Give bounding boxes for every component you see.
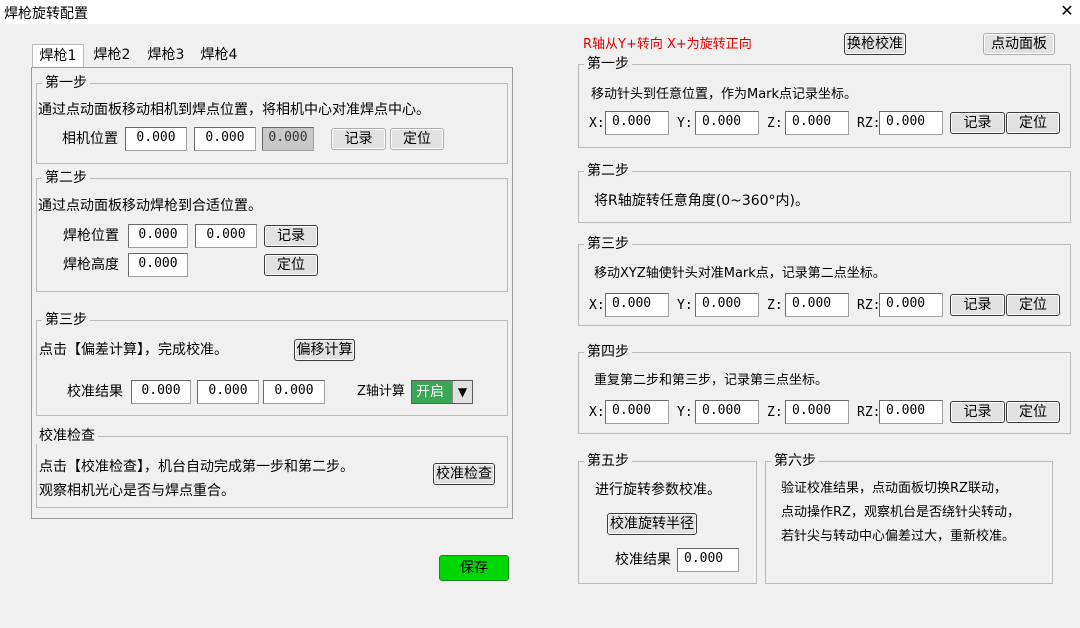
tab-gun-3[interactable]: 焊枪3	[140, 44, 192, 66]
r-step1-legend: 第一步	[584, 56, 632, 72]
r3-z-field[interactable]: 0.000	[785, 293, 849, 317]
r-step6-line-1: 验证校准结果，点动面板切换RZ联动，	[781, 481, 1007, 496]
r3-y-label: Y:	[677, 298, 693, 313]
calib-result-label: 校准结果	[67, 384, 123, 400]
r-step5-result-label: 校准结果	[615, 552, 671, 568]
r-step1-group	[578, 64, 1071, 148]
close-icon[interactable]: ✕	[1058, 1, 1076, 21]
step1-legend: 第一步	[42, 75, 90, 91]
r-step6-line-2: 点动操作RZ，观察机台是否绕针尖转动，	[781, 505, 1020, 520]
window-title: 焊枪旋转配置	[4, 6, 88, 22]
camera-y-field[interactable]: 0.000	[194, 127, 256, 151]
tab-label: 焊枪3	[147, 47, 185, 63]
title-bar	[0, 0, 1080, 24]
check-legend: 校准检查	[36, 428, 98, 444]
r1-record-button[interactable]: 记录	[950, 112, 1005, 134]
check-description-2: 观察相机光心是否与焊点重合。	[39, 483, 235, 499]
step1-description: 通过点动面板移动相机到焊点位置，将相机中心对准焊点中心。	[38, 102, 430, 118]
camera-record-button[interactable]: 记录	[331, 128, 386, 150]
r1-locate-button[interactable]: 定位	[1006, 112, 1060, 134]
result-y-field[interactable]: 0.000	[197, 380, 259, 404]
r1-rz-field[interactable]: 0.000	[879, 111, 943, 135]
r-step3-legend: 第三步	[584, 236, 632, 252]
step3-description: 点击【偏差计算】，完成校准。	[39, 342, 228, 358]
step2-description: 通过点动面板移动焊枪到合适位置。	[38, 198, 262, 214]
r-step5-description: 进行旋转参数校准。	[595, 482, 721, 498]
r-step6-legend: 第六步	[771, 453, 819, 469]
camera-z-field: 0.000	[262, 127, 314, 151]
chevron-down-icon[interactable]: ▼	[452, 381, 472, 403]
rotation-direction-notice: R轴从Y+转向 X+为旋转正向	[583, 37, 752, 52]
gun-record-button[interactable]: 记录	[264, 225, 318, 247]
r4-rz-label: RZ:	[857, 405, 881, 420]
calib-check-button[interactable]: 校准检查	[433, 463, 495, 485]
tab-label: 焊枪1	[39, 48, 77, 64]
tab-gun-4[interactable]: 焊枪4	[193, 44, 245, 66]
tab-label: 焊枪2	[93, 47, 131, 63]
r-step1-description: 移动针头到任意位置，作为Mark点记录坐标。	[591, 87, 858, 102]
gun-height-field[interactable]: 0.000	[128, 253, 188, 277]
r-step5-result-field[interactable]: 0.000	[677, 548, 739, 572]
camera-position-label: 相机位置	[62, 131, 118, 147]
result-x-field[interactable]: 0.000	[131, 380, 191, 404]
r3-rz-label: RZ:	[857, 298, 881, 313]
tab-label: 焊枪4	[200, 47, 238, 63]
r1-z-label: Z:	[767, 116, 783, 131]
r3-locate-button[interactable]: 定位	[1006, 294, 1060, 316]
r1-x-field[interactable]: 0.000	[605, 111, 669, 135]
gun-height-label: 焊枪高度	[63, 257, 119, 273]
r3-x-label: X:	[589, 298, 605, 313]
gun-x-field[interactable]: 0.000	[128, 224, 188, 248]
r-step4-legend: 第四步	[584, 344, 632, 360]
r4-z-label: Z:	[767, 405, 783, 420]
r4-x-label: X:	[589, 405, 605, 420]
check-description-1: 点击【校准检查】，机台自动完成第一步和第二步。	[39, 459, 354, 475]
save-button[interactable]: 保存	[439, 555, 509, 581]
r4-y-label: Y:	[677, 405, 693, 420]
step2-legend: 第二步	[42, 170, 90, 186]
z-axis-calc-value: 开启	[416, 384, 444, 400]
r3-y-field[interactable]: 0.000	[695, 293, 759, 317]
r3-rz-field[interactable]: 0.000	[879, 293, 943, 317]
r1-z-field[interactable]: 0.000	[785, 111, 849, 135]
r1-rz-label: RZ:	[857, 116, 881, 131]
gun-position-label: 焊枪位置	[63, 228, 119, 244]
gun-y-field[interactable]: 0.000	[195, 224, 257, 248]
r3-z-label: Z:	[767, 298, 783, 313]
step1-group	[36, 83, 508, 164]
r1-y-field[interactable]: 0.000	[695, 111, 759, 135]
jog-panel-button[interactable]: 点动面板	[983, 33, 1055, 55]
r3-record-button[interactable]: 记录	[950, 294, 1005, 316]
r-step4-description: 重复第二步和第三步，记录第三点坐标。	[594, 373, 829, 388]
gun-locate-button[interactable]: 定位	[264, 254, 318, 276]
r3-x-field[interactable]: 0.000	[605, 293, 669, 317]
r1-y-label: Y:	[677, 116, 693, 131]
r4-rz-field[interactable]: 0.000	[879, 400, 943, 424]
z-axis-calc-select[interactable]: 开启 ▼	[411, 380, 473, 404]
camera-locate-button[interactable]: 定位	[390, 128, 444, 150]
r4-y-field[interactable]: 0.000	[695, 400, 759, 424]
offset-calc-button[interactable]: 偏移计算	[294, 339, 355, 361]
r-step2-description: 将R轴旋转任意角度(0~360°内)。	[594, 193, 810, 209]
camera-x-field[interactable]: 0.000	[125, 127, 187, 151]
r-step6-line-3: 若针尖与转动中心偏差过大，重新校准。	[781, 529, 1016, 544]
z-axis-calc-label: Z轴计算	[357, 384, 405, 399]
step3-legend: 第三步	[42, 312, 90, 328]
r-step3-description: 移动XYZ轴使针头对准Mark点，记录第二点坐标。	[594, 266, 886, 281]
tab-gun-1[interactable]: 焊枪1	[32, 44, 84, 68]
r-step5-legend: 第五步	[584, 453, 632, 469]
r-step2-legend: 第二步	[584, 163, 632, 179]
r4-locate-button[interactable]: 定位	[1006, 401, 1060, 423]
tab-gun-2[interactable]: 焊枪2	[86, 44, 138, 66]
r4-x-field[interactable]: 0.000	[605, 400, 669, 424]
result-z-field[interactable]: 0.000	[263, 380, 325, 404]
swap-gun-calib-button[interactable]: 换枪校准	[844, 33, 906, 55]
calib-rotation-radius-button[interactable]: 校准旋转半径	[607, 513, 697, 535]
r1-x-label: X:	[589, 116, 605, 131]
r4-record-button[interactable]: 记录	[950, 401, 1005, 423]
r4-z-field[interactable]: 0.000	[785, 400, 849, 424]
